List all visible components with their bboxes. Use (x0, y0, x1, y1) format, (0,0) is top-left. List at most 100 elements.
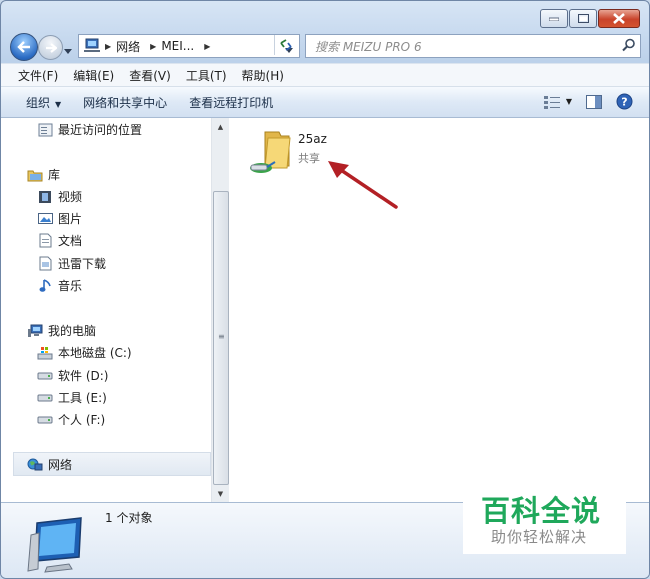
command-bar: 组织 ▼ 网络和共享中心 查看远程打印机 ▼ ? (1, 87, 649, 118)
menu-view[interactable]: 查看(V) (121, 67, 178, 84)
nav-label: 本地磁盘 (C:) (58, 346, 132, 360)
address-bar[interactable]: ▶ 网络 ▶ MEI... ▶ (78, 34, 300, 58)
menu-tools[interactable]: 工具(T) (178, 67, 234, 84)
menu-bar: 文件(F) 编辑(E) 查看(V) 工具(T) 帮助(H) (1, 63, 649, 87)
breadcrumb-separator[interactable]: ▶ (204, 42, 210, 51)
view-list-icon (543, 95, 560, 109)
breadcrumb-device[interactable]: MEI... (161, 39, 194, 53)
nav-item-drive-d[interactable]: 软件 (D:) (37, 367, 108, 384)
music-icon (37, 278, 53, 294)
watermark: 百科全说 助你轻松解决 (463, 476, 626, 554)
nav-item-library[interactable]: 库 (27, 166, 60, 183)
arrow-left-icon (17, 41, 30, 53)
nav-item-music[interactable]: 音乐 (37, 277, 82, 294)
organize-label: 组织 (26, 95, 51, 110)
nav-label: 迅雷下载 (58, 257, 107, 271)
explorer-window: ▶ 网络 ▶ MEI... ▶ 搜索 MEIZU PRO 6 文件(F) 编辑(… (0, 0, 650, 579)
menu-edit[interactable]: 编辑(E) (65, 67, 121, 84)
folder-status: 共享 (298, 152, 320, 165)
recent-places-icon (37, 122, 53, 138)
navigation-pane: 最近访问的位置 库 视频 图片 文档 迅雷下载 音乐 我的电脑 本地磁盘 (C:… (1, 118, 211, 502)
nav-label: 音乐 (58, 279, 83, 293)
nav-label: 工具 (E:) (58, 391, 107, 405)
help-icon[interactable]: ? (616, 93, 633, 110)
search-box[interactable]: 搜索 MEIZU PRO 6 (305, 34, 641, 58)
computer-icon (27, 323, 43, 339)
scroll-up-button[interactable]: ▲ (212, 118, 229, 135)
shared-folder-icon (250, 131, 291, 173)
refresh-icon (280, 39, 292, 51)
nav-item-xunlei[interactable]: 迅雷下载 (37, 255, 106, 272)
nav-label: 软件 (D:) (58, 369, 109, 383)
breadcrumb-network[interactable]: 网络 (116, 38, 140, 55)
remote-printer-button[interactable]: 查看远程打印机 (182, 94, 280, 111)
library-icon (27, 167, 43, 183)
nav-item-drive-c[interactable]: 本地磁盘 (C:) (37, 344, 132, 361)
annotation-arrow-icon (328, 161, 398, 209)
view-options-button[interactable]: ▼ (543, 95, 572, 109)
content-pane: 25az 共享 (229, 118, 649, 502)
recent-pages-dropdown[interactable] (64, 43, 72, 57)
nav-label: 库 (48, 168, 61, 182)
nav-label: 视频 (58, 190, 83, 204)
nav-item-documents[interactable]: 文档 (37, 232, 82, 249)
network-globe-icon (27, 457, 43, 473)
nav-label: 个人 (F:) (58, 413, 106, 427)
back-button[interactable] (10, 33, 38, 61)
close-button[interactable] (598, 9, 640, 28)
breadcrumb-separator[interactable]: ▶ (150, 42, 156, 51)
svg-text:?: ? (621, 96, 627, 109)
maximize-button[interactable] (569, 9, 597, 28)
item-count: 1 个对象 (105, 511, 153, 525)
chevron-down-icon: ▼ (55, 99, 62, 109)
forward-button[interactable] (38, 35, 63, 60)
search-input[interactable]: 搜索 MEIZU PRO 6 (306, 38, 422, 55)
preview-pane-icon[interactable] (586, 94, 602, 109)
nav-scrollbar[interactable]: ▲ ≡ ▼ (211, 118, 229, 502)
watermark-title: 百科全说 (481, 494, 602, 528)
computer-icon (27, 517, 82, 573)
menu-file[interactable]: 文件(F) (1, 67, 65, 84)
scroll-thumb[interactable]: ≡ (213, 191, 229, 485)
drive-icon (37, 412, 53, 428)
picture-icon (37, 211, 53, 227)
network-icon (84, 38, 100, 52)
nav-item-drive-f[interactable]: 个人 (F:) (37, 411, 105, 428)
nav-label: 图片 (58, 212, 83, 226)
arrow-right-icon (45, 42, 57, 53)
caption-buttons (539, 9, 640, 28)
document-icon (37, 256, 53, 272)
nav-label: 我的电脑 (48, 324, 97, 338)
drive-icon (37, 390, 53, 406)
menu-help[interactable]: 帮助(H) (234, 67, 291, 84)
network-center-button[interactable]: 网络和共享中心 (76, 94, 174, 111)
nav-label: 网络 (48, 458, 73, 472)
grip-icon: ≡ (218, 332, 225, 341)
chevron-down-icon (64, 49, 72, 54)
watermark-subtitle: 助你轻松解决 (491, 528, 588, 546)
nav-label: 最近访问的位置 (58, 123, 143, 137)
refresh-button[interactable] (274, 35, 297, 55)
command-bar-right: ▼ ? (530, 93, 633, 110)
drive-icon (37, 368, 53, 384)
minimize-button[interactable] (540, 9, 568, 28)
maximize-icon (577, 14, 589, 23)
minimize-icon (549, 17, 559, 21)
document-icon (37, 233, 53, 249)
chevron-down-icon: ▼ (565, 97, 572, 106)
nav-item-network[interactable]: 网络 (27, 456, 72, 473)
video-icon (37, 189, 53, 205)
nav-item-videos[interactable]: 视频 (37, 188, 82, 205)
nav-item-computer[interactable]: 我的电脑 (27, 322, 96, 339)
nav-item-recent[interactable]: 最近访问的位置 (37, 121, 142, 138)
nav-item-pictures[interactable]: 图片 (37, 210, 82, 227)
search-icon[interactable] (622, 38, 636, 52)
nav-label: 文档 (58, 234, 83, 248)
system-drive-icon (37, 345, 53, 361)
scroll-down-button[interactable]: ▼ (212, 485, 229, 502)
close-icon (613, 13, 625, 24)
nav-item-drive-e[interactable]: 工具 (E:) (37, 389, 107, 406)
organize-button[interactable]: 组织 ▼ (19, 94, 68, 111)
breadcrumb-separator[interactable]: ▶ (105, 42, 111, 51)
folder-name: 25az (298, 132, 327, 146)
